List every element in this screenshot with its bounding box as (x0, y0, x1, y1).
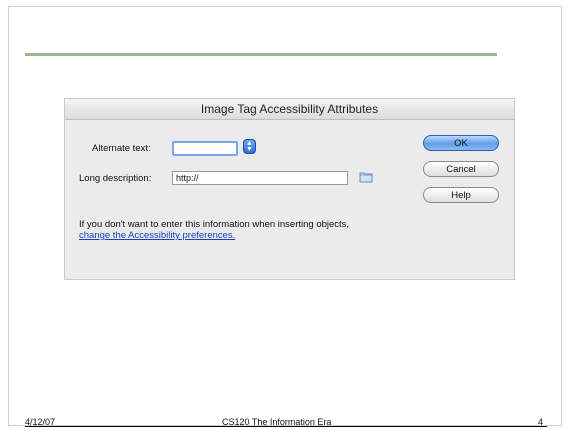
alternate-text-label: Alternate text: (92, 143, 151, 154)
long-description-label: Long description: (79, 173, 152, 184)
accessibility-dialog: Image Tag Accessibility Attributes Alter… (64, 98, 515, 280)
info-message: If you don't want to enter this informat… (79, 219, 350, 230)
alternate-text-stepper[interactable]: ▲ ▼ (243, 139, 256, 154)
long-description-field[interactable]: http:// (172, 171, 348, 185)
info-text: If you don't want to enter this informat… (79, 219, 379, 241)
footer-rule (25, 426, 547, 427)
accessibility-preferences-link[interactable]: change the Accessibility preferences. (79, 230, 235, 241)
ok-button[interactable]: OK (423, 135, 499, 151)
help-button[interactable]: Help (423, 187, 499, 203)
dialog-title: Image Tag Accessibility Attributes (65, 99, 514, 120)
cancel-button[interactable]: Cancel (423, 161, 499, 177)
title-rule (25, 53, 497, 56)
browse-folder-icon[interactable] (359, 170, 373, 184)
stepper-down-icon: ▼ (246, 146, 253, 153)
alternate-text-field[interactable] (172, 141, 238, 156)
